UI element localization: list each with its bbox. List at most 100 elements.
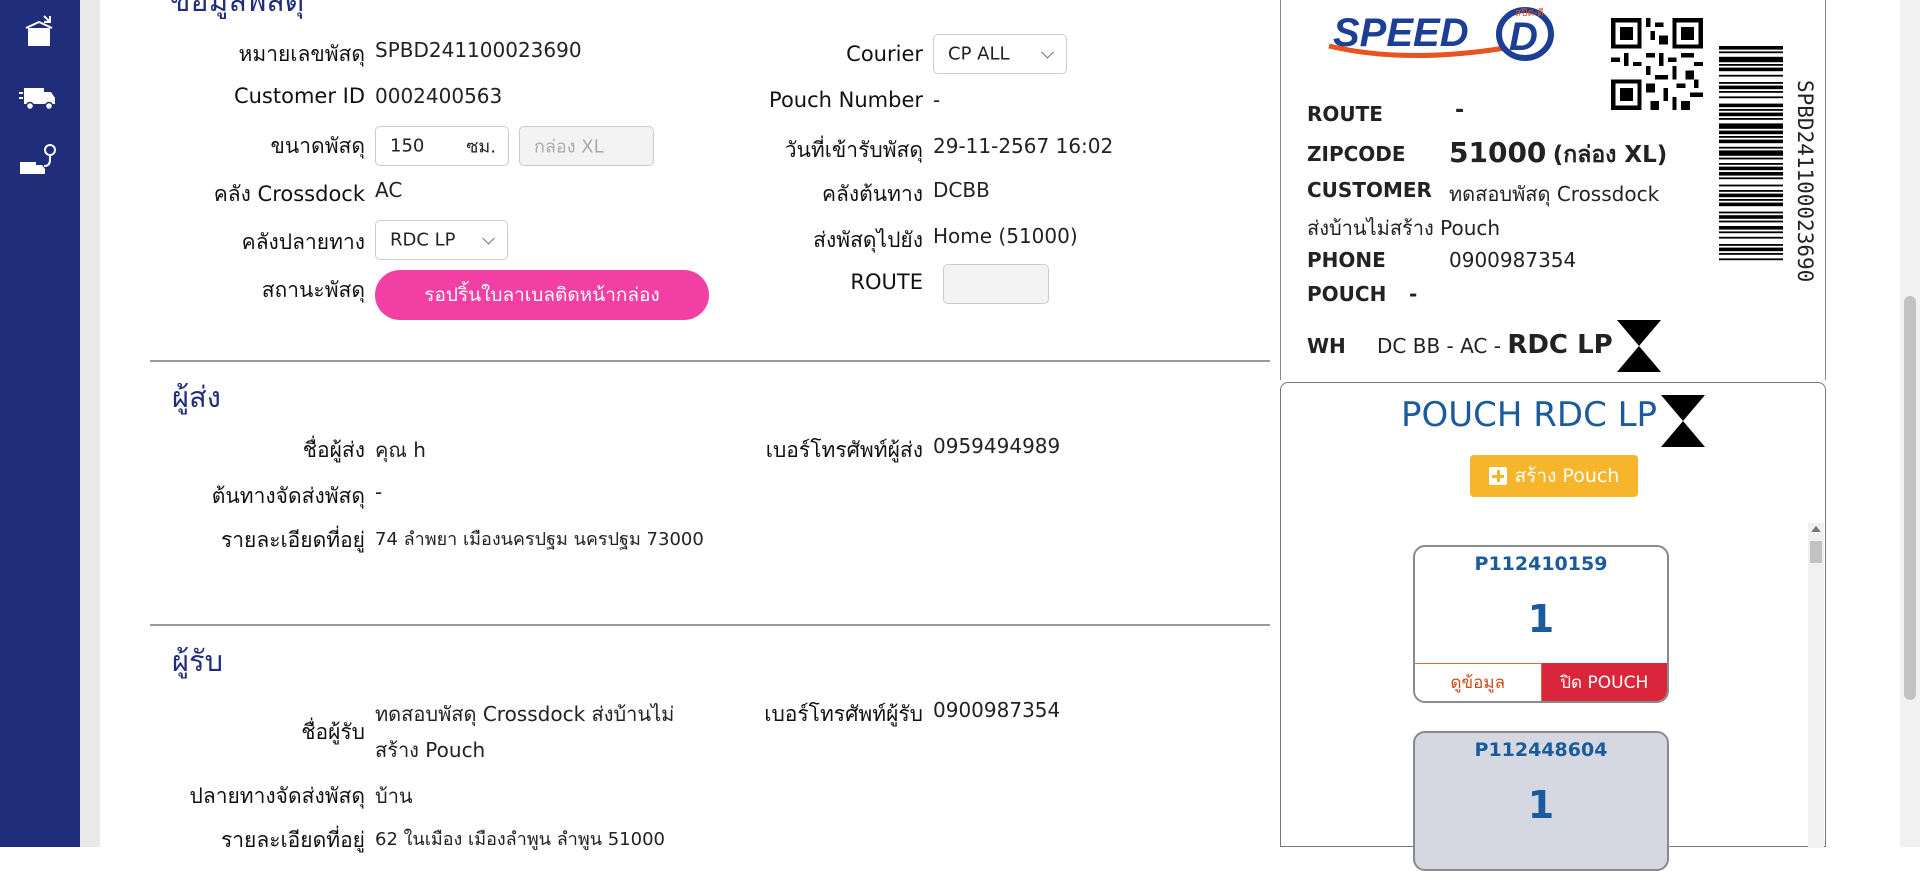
- receiver-address: 62 ในเมือง เมืองลำพูน ลำพูน 51000: [375, 829, 665, 850]
- pouch-code: P112410159: [1474, 553, 1608, 575]
- parcel-number-label: หมายเลขพัสดุ: [238, 42, 365, 66]
- speed-d-logo: SPEED D สปีด-ดี: [1328, 7, 1554, 61]
- sender-name: คุณ h: [375, 438, 426, 462]
- page-scrollbar[interactable]: [1900, 0, 1920, 847]
- pouch-card[interactable]: P112410159 1 ดูข้อมูล ปิด POUCH: [1413, 545, 1669, 703]
- view-pouch-button[interactable]: ดูข้อมูล: [1415, 663, 1542, 701]
- parcel-section-title: ข้อมูลพัสดุ: [170, 0, 305, 19]
- receiver-name-line2: สร้าง Pouch: [375, 738, 486, 762]
- logo-small-text: สปีด-ดี: [1515, 7, 1544, 19]
- dest-wh-value: RDC LP: [390, 229, 456, 251]
- label-route-label: ROUTE: [1307, 102, 1383, 126]
- label-wh-dest: RDC LP: [1507, 330, 1613, 360]
- barcode-text-wrapper: SPBD241100023690: [1791, 80, 1821, 300]
- pouch-card[interactable]: P112448604 1: [1413, 731, 1669, 871]
- package-box-icon[interactable]: [18, 12, 58, 52]
- status-badge: รอปริ้นใบลาเบลติดหน้ากล่อง: [375, 270, 709, 320]
- create-pouch-label: สร้าง Pouch: [1514, 465, 1620, 487]
- courier-label: Courier: [846, 42, 923, 66]
- label-wh-group: DC BB - AC - RDC LP: [1377, 330, 1613, 360]
- plus-icon: [1488, 467, 1507, 485]
- chevron-down-icon: [1041, 45, 1054, 59]
- pouch-number-label: Pouch Number: [769, 88, 923, 112]
- pouch-code: P112448604: [1474, 739, 1608, 761]
- logo-letter: D: [1509, 15, 1538, 59]
- hourglass-icon: [1661, 395, 1705, 447]
- parcel-size-unit: ซม.: [466, 136, 496, 158]
- route-input[interactable]: [943, 264, 1049, 304]
- label-zip: 51000: [1449, 136, 1547, 169]
- courier-value: CP ALL: [948, 43, 1010, 65]
- route-label: ROUTE: [850, 270, 923, 294]
- sender-address: 74 ลำพยา เมืองนครปฐม นครปฐม 73000: [375, 529, 704, 550]
- truck-route-icon[interactable]: [18, 140, 58, 180]
- label-customer-line1: ทดสอบพัสดุ Crossdock: [1449, 182, 1660, 206]
- label-pouch-label: POUCH: [1307, 282, 1387, 306]
- receiver-name-label: ชื่อผู้รับ: [301, 720, 365, 744]
- received-date: 29-11-2567 16:02: [933, 134, 1114, 158]
- pouch-panel: POUCH RDC LP สร้าง Pouch P112410159 1 ดู…: [1280, 382, 1826, 871]
- ship-to: Home (51000): [933, 224, 1078, 248]
- crossdock-label: คลัง Crossdock: [213, 182, 365, 206]
- label-zip-box: (กล่อง XL): [1552, 142, 1668, 168]
- shipping-label-preview: SPEED D สปีด-ดี SPBD241100023690 ROUTE -…: [1280, 0, 1826, 380]
- hourglass-icon: [1617, 320, 1661, 372]
- pouch-count: 1: [1527, 597, 1555, 641]
- box-size-placeholder: กล่อง XL: [534, 136, 604, 158]
- dest-wh-label: คลังปลายทาง: [241, 230, 365, 254]
- status-label: สถานะพัสดุ: [261, 278, 365, 302]
- label-phone-label: PHONE: [1307, 248, 1386, 272]
- label-pouch: -: [1409, 282, 1418, 306]
- receiver-dest-label: ปลายทางจัดส่งพัสดุ: [189, 784, 366, 808]
- customer-id-label: Customer ID: [233, 84, 365, 108]
- sender-address-label: รายละเอียดที่อยู่: [220, 528, 365, 552]
- parcel-number: SPBD241100023690: [375, 38, 582, 62]
- courier-select[interactable]: CP ALL: [933, 34, 1067, 74]
- label-customer-line2: ส่งบ้านไม่สร้าง Pouch: [1307, 216, 1501, 240]
- sender-origin-label: ต้นทางจัดส่งพัสดุ: [211, 484, 365, 508]
- parcel-size-label: ขนาดพัสดุ: [270, 134, 365, 158]
- logo-text: SPEED: [1333, 11, 1469, 55]
- scroll-up-arrow-icon[interactable]: [1811, 526, 1821, 532]
- chevron-down-icon: [482, 231, 495, 245]
- ship-to-label: ส่งพัสดุไปยัง: [813, 228, 923, 252]
- receiver-section-title: ผู้รับ: [172, 644, 223, 678]
- page-scrollbar-thumb[interactable]: [1904, 296, 1916, 700]
- dest-wh-select[interactable]: RDC LP: [375, 220, 508, 260]
- sender-name-label: ชื่อผู้ส่ง: [302, 438, 365, 462]
- received-date-label: วันที่เข้ารับพัสดุ: [784, 138, 923, 162]
- customer-id: 0002400563: [375, 84, 503, 108]
- label-wh-label: WH: [1307, 334, 1346, 358]
- label-phone: 0900987354: [1449, 248, 1577, 272]
- label-route: -: [1455, 98, 1465, 123]
- box-size-input: กล่อง XL: [519, 126, 654, 166]
- sender-phone: 0959494989: [933, 434, 1061, 458]
- divider: [150, 624, 1270, 626]
- label-customer-label: CUSTOMER: [1307, 178, 1432, 202]
- receiver-name-line1: ทดสอบพัสดุ Crossdock ส่งบ้านไม่: [375, 702, 675, 726]
- label-zip-group: 51000 (กล่อง XL): [1449, 136, 1667, 173]
- label-zip-label: ZIPCODE: [1307, 142, 1406, 166]
- crossdock-value: AC: [375, 178, 403, 202]
- receiver-address-label: รายละเอียดที่อยู่: [220, 828, 365, 852]
- label-wh-path: DC BB - AC -: [1377, 334, 1508, 358]
- sender-origin: -: [375, 480, 383, 504]
- delivery-truck-icon[interactable]: [18, 76, 58, 116]
- origin-wh-label: คลังต้นทาง: [821, 182, 923, 206]
- barcode-text: SPBD241100023690: [1793, 80, 1817, 283]
- receiver-phone: 0900987354: [933, 698, 1061, 722]
- pouch-list-scrollbar[interactable]: [1808, 523, 1824, 848]
- left-gutter: [80, 0, 100, 847]
- parcel-size-input[interactable]: 150 ซม.: [375, 126, 509, 166]
- pouch-number: -: [933, 88, 941, 112]
- create-pouch-button[interactable]: สร้าง Pouch: [1470, 455, 1638, 497]
- parcel-size-value: 150: [390, 135, 425, 157]
- close-pouch-button[interactable]: ปิด POUCH: [1541, 663, 1667, 701]
- scrollbar-thumb[interactable]: [1810, 541, 1822, 563]
- sender-phone-label: เบอร์โทรศัพท์ผู้ส่ง: [765, 438, 923, 462]
- sender-section-title: ผู้ส่ง: [172, 380, 221, 414]
- receiver-dest: บ้าน: [375, 784, 413, 808]
- qr-code: [1611, 18, 1703, 110]
- receiver-phone-label: เบอร์โทรศัพท์ผู้รับ: [764, 702, 923, 726]
- origin-wh: DCBB: [933, 178, 990, 202]
